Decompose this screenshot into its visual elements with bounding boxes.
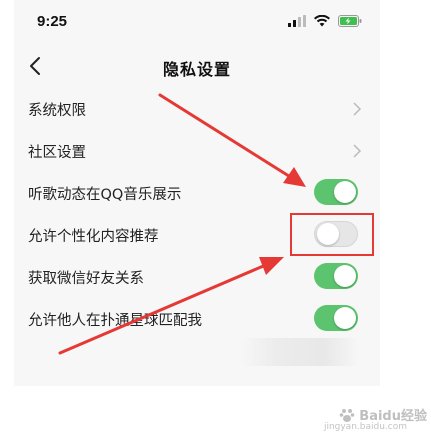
arrow-to-first-toggle (158, 93, 306, 187)
paw-logo-icon (339, 408, 355, 422)
annotation-arrows (58, 93, 306, 355)
arrow-to-off-toggle (58, 257, 284, 355)
watermark-subtext: jingyan.baidu.com (323, 422, 407, 432)
